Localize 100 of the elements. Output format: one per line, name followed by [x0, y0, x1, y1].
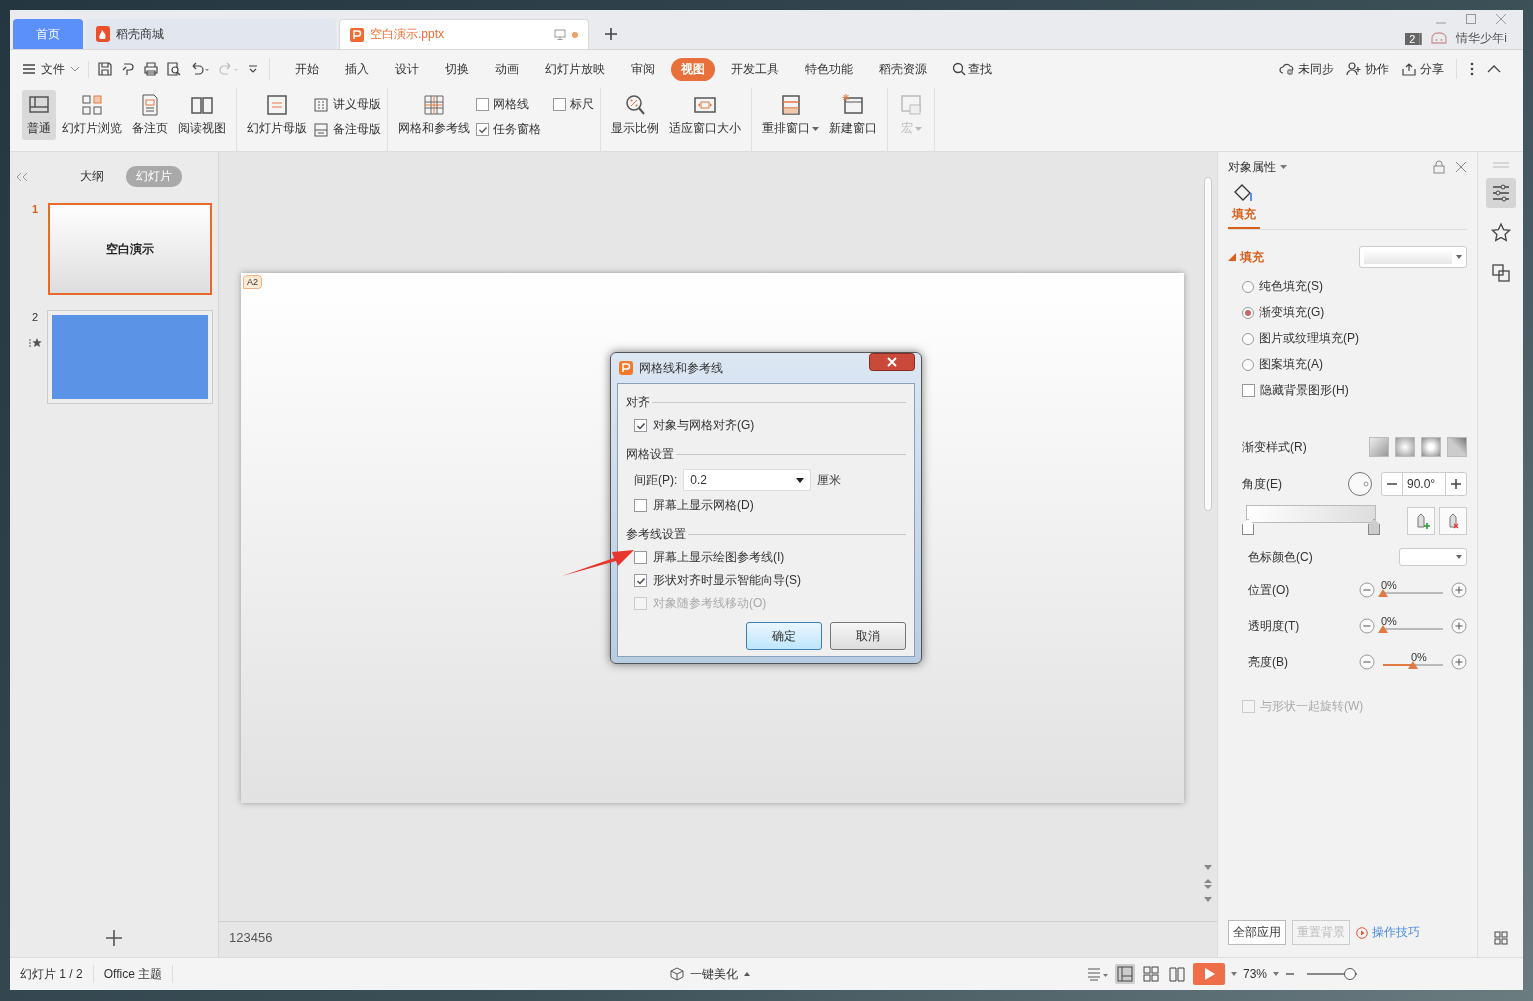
- gradient-style-swatch[interactable]: [1369, 437, 1389, 457]
- sync-button[interactable]: 未同步: [1279, 60, 1334, 78]
- spacing-dropdown[interactable]: 0.2: [683, 469, 812, 491]
- radio-label[interactable]: 纯色填充(S): [1259, 278, 1323, 295]
- cancel-button[interactable]: 取消: [830, 622, 906, 650]
- beautify-button[interactable]: 一键美化: [670, 965, 750, 983]
- angle-stepper[interactable]: 90.0°: [1381, 472, 1467, 496]
- ribbon-button[interactable]: 适应窗口大小: [665, 90, 745, 140]
- zoom-thumb[interactable]: [1343, 968, 1356, 980]
- menu-tab[interactable]: 设计: [385, 57, 429, 81]
- scroll-down-icon[interactable]: [1204, 865, 1212, 871]
- ribbon-button[interactable]: 备注页: [128, 90, 172, 140]
- slider-thumb[interactable]: [1378, 625, 1388, 633]
- slider[interactable]: 0%: [1377, 614, 1449, 638]
- checkbox-label[interactable]: 形状对齐时显示智能向导(S): [653, 572, 801, 589]
- more-icon[interactable]: [1469, 61, 1475, 77]
- zoom-level[interactable]: 73%: [1242, 967, 1267, 981]
- checkbox[interactable]: [634, 551, 647, 564]
- previous-slide-icon[interactable]: [1204, 879, 1212, 889]
- checkbox[interactable]: [553, 98, 566, 111]
- drag-handle-icon[interactable]: [1492, 162, 1509, 168]
- minus-icon[interactable]: [1359, 618, 1375, 634]
- normal-view-icon[interactable]: [1114, 964, 1135, 984]
- avatar-icon[interactable]: [1430, 31, 1449, 46]
- stop-color-dropdown[interactable]: [1399, 548, 1467, 566]
- slide-sorter-icon[interactable]: [1140, 964, 1161, 984]
- collapse-panel-icon[interactable]: [16, 171, 28, 182]
- checkbox-label[interactable]: 标尺: [570, 96, 594, 113]
- ribbon-button[interactable]: 新建窗口: [825, 90, 881, 140]
- checkbox[interactable]: [634, 574, 647, 587]
- checkbox-label[interactable]: 对象与网格对齐(G): [653, 417, 755, 434]
- ribbon-button[interactable]: 备注母版: [313, 117, 381, 142]
- document-tab[interactable]: 稻壳商城: [86, 19, 336, 49]
- ok-button[interactable]: 确定: [746, 622, 822, 650]
- fill-color-dropdown[interactable]: [1359, 246, 1467, 268]
- next-slide-icon[interactable]: [1204, 897, 1212, 903]
- checkbox-label[interactable]: 任务窗格: [493, 121, 541, 138]
- grid-view-icon[interactable]: [1493, 931, 1508, 945]
- ribbon-button[interactable]: 普通: [22, 90, 56, 140]
- panel-button[interactable]: 全部应用: [1228, 920, 1286, 945]
- comment-badge[interactable]: A2: [243, 275, 262, 289]
- panel-title[interactable]: 对象属性: [1228, 158, 1423, 176]
- slider-thumb[interactable]: [1378, 589, 1388, 597]
- remove-stop-icon[interactable]: [1439, 506, 1467, 535]
- close-icon[interactable]: [1495, 13, 1507, 25]
- radio-button[interactable]: [1242, 332, 1254, 345]
- search-button[interactable]: 查找: [952, 60, 992, 78]
- caret-icon[interactable]: [1230, 972, 1237, 976]
- ribbon-button[interactable]: 阅读视图: [174, 90, 230, 140]
- add-slide-icon[interactable]: [105, 929, 123, 947]
- view-tab[interactable]: 大纲: [70, 166, 114, 187]
- radio-button[interactable]: [1242, 306, 1254, 319]
- collaborate-button[interactable]: 协作: [1346, 60, 1389, 78]
- menu-tab[interactable]: 特色功能: [795, 57, 863, 81]
- checkbox[interactable]: [634, 419, 647, 432]
- checkbox[interactable]: [634, 499, 647, 512]
- checkbox-label[interactable]: 隐藏背景图形(H): [1260, 382, 1349, 399]
- checkbox-label[interactable]: 屏幕上显示绘图参考线(I): [653, 549, 785, 566]
- gradient-style-swatch[interactable]: [1395, 437, 1415, 457]
- ribbon-button[interactable]: 幻灯片浏览: [58, 90, 126, 140]
- plus-icon[interactable]: [1451, 582, 1467, 598]
- close-icon[interactable]: [1455, 161, 1467, 173]
- radio-label[interactable]: 图案填充(A): [1259, 356, 1323, 373]
- menu-tab[interactable]: 稻壳资源: [869, 57, 937, 81]
- radio-label[interactable]: 图片或纹理填充(P): [1259, 330, 1359, 347]
- new-tab-icon[interactable]: [604, 27, 618, 41]
- book-icon[interactable]: [1166, 964, 1187, 984]
- checkbox[interactable]: [1242, 384, 1255, 397]
- share-button[interactable]: 分享: [1401, 60, 1444, 78]
- plus-icon[interactable]: [1451, 618, 1467, 634]
- ribbon-button[interactable]: 讲义母版: [313, 92, 381, 117]
- caret-icon[interactable]: [1273, 972, 1279, 976]
- print-preview-icon[interactable]: [166, 61, 182, 77]
- radio-label[interactable]: 渐变填充(G): [1259, 304, 1325, 321]
- ribbon-button[interactable]: 显示比例: [607, 90, 663, 140]
- checkbox-label[interactable]: 屏幕上显示网格(D): [653, 497, 754, 514]
- angle-dial[interactable]: [1347, 471, 1373, 497]
- collapse-icon[interactable]: [1487, 64, 1501, 74]
- gradient-style-swatch[interactable]: [1447, 437, 1467, 457]
- monitor-icon[interactable]: [554, 29, 566, 40]
- checkbox[interactable]: [476, 123, 489, 136]
- ribbon-button[interactable]: 网格和参考线: [394, 90, 474, 140]
- radio-button[interactable]: [1242, 358, 1254, 371]
- customize-caret-icon[interactable]: [247, 63, 259, 75]
- checkbox-label[interactable]: 网格线: [493, 96, 529, 113]
- lock-icon[interactable]: [1433, 160, 1445, 174]
- format-painter-icon[interactable]: [120, 61, 136, 77]
- ribbon-button[interactable]: 幻灯片母版: [243, 90, 311, 140]
- sliders-icon[interactable]: [1485, 178, 1516, 208]
- close-button[interactable]: [869, 353, 915, 371]
- ribbon-button[interactable]: 重排窗口: [758, 90, 823, 140]
- slider[interactable]: 0%: [1377, 578, 1449, 602]
- add-stop-icon[interactable]: [1407, 506, 1435, 535]
- count-badge[interactable]: 2: [1405, 32, 1423, 45]
- checkbox[interactable]: [476, 98, 489, 111]
- menu-tab[interactable]: 动画: [485, 57, 529, 81]
- slider-thumb[interactable]: [1408, 661, 1418, 669]
- minus-icon[interactable]: [1359, 582, 1375, 598]
- gradient-bar[interactable]: [1240, 505, 1382, 536]
- redo-icon[interactable]: [218, 61, 240, 77]
